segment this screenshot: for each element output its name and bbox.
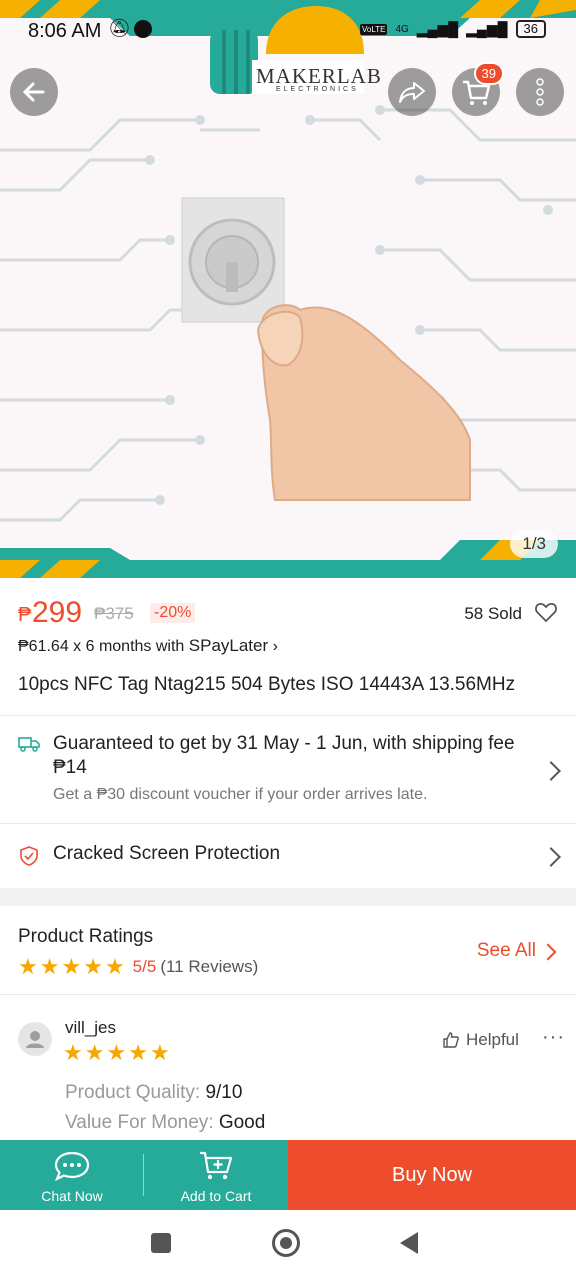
helpful-button[interactable]: Helpful xyxy=(442,1030,519,1050)
late-voucher-text: Get a ₱30 discount voucher if your order… xyxy=(53,786,428,803)
status-time: 8:06 AM xyxy=(28,20,102,42)
share-icon xyxy=(399,82,425,103)
status-right: VoLTE 4G ▂▄▆█ ▂▄▆█ 36 xyxy=(360,20,546,38)
brand-subtitle: ELECTRONICS xyxy=(276,86,359,93)
review-stars: ★★★★★ xyxy=(63,1040,172,1066)
star-icon: ★ xyxy=(18,954,38,979)
buy-now-label: Buy Now xyxy=(391,1163,473,1186)
arrow-left-icon xyxy=(22,82,45,102)
recent-apps-button[interactable] xyxy=(151,1233,171,1253)
reviewer-name: vill_jes xyxy=(65,1018,117,1037)
back-nav-button[interactable] xyxy=(400,1232,418,1254)
value-value: Good xyxy=(218,1112,266,1133)
chat-icon xyxy=(54,1151,90,1182)
chat-now-button[interactable]: Chat Now xyxy=(0,1140,144,1210)
status-bar: 8:06 AM 🔕︎ VoLTE 4G ▂▄▆█ ▂▄▆█ 36 xyxy=(0,0,576,60)
delivery-guarantee: Guaranteed to get by 31 May - 1 Jun, wit… xyxy=(53,733,515,778)
star-icon: ★ xyxy=(63,1040,83,1065)
protection-label: Cracked Screen Protection xyxy=(53,843,281,864)
buy-now-button[interactable]: Buy Now xyxy=(288,1140,576,1210)
review-item: vill_jes ★★★★★ Helpful ··· Product Quali… xyxy=(0,1004,576,1140)
volte-icon: VoLTE xyxy=(360,23,388,35)
sold-count: 58 Sold xyxy=(464,604,522,623)
cart-count-badge: 39 xyxy=(473,62,504,85)
add-to-cart-label: Add to Cart xyxy=(180,1188,252,1204)
installment-text: ₱61.64 x 6 months with xyxy=(18,638,189,655)
quality-value: 9/10 xyxy=(205,1082,243,1103)
product-page: MAKERLAB ELECTRONICS 8:06 AM 🔕︎ VoLTE 4G… xyxy=(0,0,576,1280)
helpful-label: Helpful xyxy=(466,1030,519,1049)
battery-icon: 36 xyxy=(515,20,546,38)
star-icon: ★ xyxy=(149,1040,170,1065)
back-button[interactable] xyxy=(10,68,58,116)
spaylater-brand: SPayLater xyxy=(188,636,269,655)
discount-badge: -20% xyxy=(150,603,196,623)
heart-icon[interactable] xyxy=(534,600,558,624)
divider xyxy=(0,994,576,995)
see-all-link[interactable]: See All xyxy=(477,940,536,962)
add-cart-icon xyxy=(200,1151,233,1180)
star-icon: ★ xyxy=(104,954,125,979)
chevron-right-icon xyxy=(539,943,557,961)
star-icon: ★ xyxy=(128,1040,148,1065)
bottom-action-bar: Chat Now Add to Cart Buy Now xyxy=(0,1140,576,1210)
section-separator xyxy=(0,888,576,906)
more-vertical-icon xyxy=(536,78,544,106)
cart-button[interactable]: 39 xyxy=(452,62,504,116)
product-ratings-section: Product Ratings ★ ★ ★ ★ ★ 5/5 (11 Review… xyxy=(0,906,576,994)
star-icon: ★ xyxy=(84,1040,105,1065)
star-icon: ★ xyxy=(106,1040,127,1065)
spaylater-link[interactable]: ₱61.64 x 6 months with SPayLater › xyxy=(18,636,278,656)
home-button[interactable] xyxy=(272,1229,300,1257)
messenger-icon xyxy=(134,20,152,38)
shield-icon xyxy=(20,846,38,866)
review-count: (11 Reviews) xyxy=(160,957,259,976)
star-icon: ★ xyxy=(39,954,60,979)
network-type: 4G xyxy=(395,23,409,35)
add-to-cart-button[interactable]: Add to Cart xyxy=(144,1140,288,1210)
bell-muted-icon: 🔕︎ xyxy=(108,18,131,38)
thumbs-up-icon xyxy=(443,1032,459,1048)
system-navigation-bar xyxy=(0,1210,576,1280)
chevron-right-icon xyxy=(541,847,561,867)
price-row: ₱ 299 ₱375 -20% 58 Sold xyxy=(18,596,558,632)
rating-score: 5/5 xyxy=(132,957,157,976)
more-options-button[interactable] xyxy=(516,68,564,116)
product-quality-line: Product Quality: 9/10 xyxy=(65,1082,242,1104)
price-currency: ₱ xyxy=(18,604,32,626)
value-label: Value For Money: xyxy=(65,1112,219,1133)
value-for-money-line: Value For Money: Good xyxy=(65,1112,265,1134)
quality-label: Product Quality: xyxy=(65,1082,206,1103)
product-title: 10pcs NFC Tag Ntag215 504 Bytes ISO 1444… xyxy=(18,674,516,695)
truck-icon xyxy=(18,737,40,752)
original-price: ₱375 xyxy=(94,604,134,623)
more-horizontal-icon[interactable]: ··· xyxy=(542,1026,565,1049)
chevron-right-icon xyxy=(541,761,561,781)
chat-now-label: Chat Now xyxy=(41,1188,103,1204)
ratings-heading: Product Ratings xyxy=(18,926,154,947)
star-icon: ★ xyxy=(61,954,82,979)
cracked-screen-protection-row[interactable]: Cracked Screen Protection xyxy=(0,824,576,888)
chevron-right-icon: › xyxy=(272,638,278,655)
shipping-row[interactable]: Guaranteed to get by 31 May - 1 Jun, wit… xyxy=(0,716,576,824)
signal-icon-2: ▂▄▆█ xyxy=(466,20,508,37)
product-image-carousel[interactable]: MAKERLAB ELECTRONICS 8:06 AM 🔕︎ VoLTE 4G… xyxy=(0,0,576,578)
image-pager: 1/3 xyxy=(510,530,558,558)
star-icon: ★ xyxy=(83,954,103,979)
avatar xyxy=(18,1022,52,1056)
signal-icon: ▂▄▆█ xyxy=(416,20,459,37)
price: 299 xyxy=(32,596,83,629)
rating-stars: ★ ★ ★ ★ ★ 5/5 (11 Reviews) xyxy=(18,954,258,980)
share-button[interactable] xyxy=(388,68,436,116)
